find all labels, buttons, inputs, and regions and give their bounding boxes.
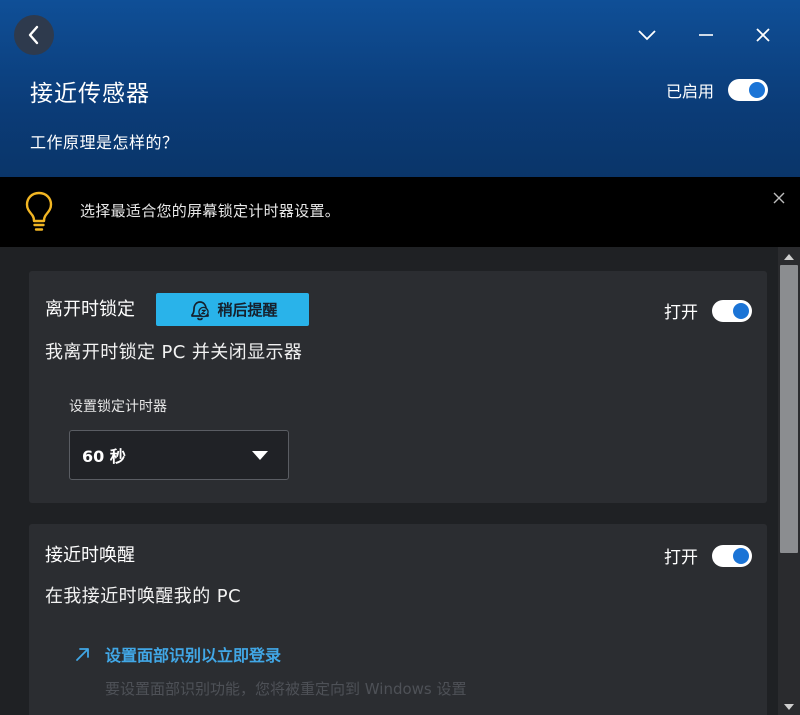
toggle-knob <box>733 302 749 319</box>
wake-card-title: 接近时唤醒 <box>45 545 135 566</box>
wake-on-approach-card: 接近时唤醒 打开 在我接近时唤醒我的 PC 设置面部识别以立即登录 要设置面部识… <box>29 524 767 715</box>
caret-down-icon <box>784 704 794 710</box>
scrollbar[interactable] <box>778 247 800 715</box>
remind-later-button[interactable]: 稍后提醒 <box>156 293 309 326</box>
back-button[interactable] <box>14 15 54 55</box>
lock-card-title: 离开时锁定 <box>45 299 135 320</box>
close-icon <box>773 192 785 204</box>
lock-when-away-card: 离开时锁定 稍后提醒 打开 我离开时锁定 PC 并关闭显示器 设置锁定计时器 6… <box>29 271 767 503</box>
toggle-knob <box>749 82 766 98</box>
caret-up-icon <box>784 254 794 260</box>
external-arrow-icon <box>76 648 89 661</box>
wake-card-description: 在我接近时唤醒我的 PC <box>45 586 241 607</box>
chevron-left-icon <box>28 25 39 45</box>
lock-timer-value: 60 秒 <box>82 447 126 466</box>
scrollbar-thumb[interactable] <box>780 265 798 553</box>
toggle-knob <box>733 547 749 564</box>
page-title: 接近传感器 <box>30 81 150 107</box>
face-recognition-description: 要设置面部识别功能，您将被重定向到 Windows 设置 <box>105 680 467 698</box>
lightbulb-icon <box>25 191 53 231</box>
lock-toggle-label: 打开 <box>664 303 698 323</box>
scroll-down-button[interactable] <box>778 699 800 715</box>
close-window-button[interactable] <box>745 18 781 52</box>
chevron-down-icon <box>638 30 656 41</box>
tip-text: 选择最适合您的屏幕锁定计时器设置。 <box>80 202 341 220</box>
lock-card-description: 我离开时锁定 PC 并关闭显示器 <box>45 342 303 363</box>
scroll-up-button[interactable] <box>778 249 800 265</box>
remind-later-label: 稍后提醒 <box>217 301 278 319</box>
face-recognition-link[interactable]: 设置面部识别以立即登录 <box>73 642 281 666</box>
feature-enabled-control: 已启用 <box>666 78 769 102</box>
lock-timer-label: 设置锁定计时器 <box>69 399 167 415</box>
settings-content: 离开时锁定 稍后提醒 打开 我离开时锁定 PC 并关闭显示器 设置锁定计时器 6… <box>0 247 778 715</box>
wake-toggle-label: 打开 <box>664 548 698 568</box>
minimize-icon <box>699 34 713 36</box>
feature-enabled-toggle[interactable] <box>728 79 769 101</box>
collapse-button[interactable] <box>629 18 665 52</box>
wake-toggle-control: 打开 <box>664 543 752 568</box>
caret-down-icon <box>252 451 268 460</box>
lock-toggle-control: 打开 <box>664 298 752 323</box>
enabled-label: 已启用 <box>666 82 715 101</box>
close-icon <box>756 28 770 42</box>
how-it-works-link[interactable]: 工作原理是怎样的？ <box>30 129 179 153</box>
tip-close-button[interactable] <box>770 189 788 207</box>
minimize-button[interactable] <box>688 18 724 52</box>
lock-timer-select[interactable]: 60 秒 <box>69 430 289 480</box>
wake-on-approach-toggle[interactable] <box>712 544 752 567</box>
face-recognition-link-label: 设置面部识别以立即登录 <box>105 646 282 665</box>
lock-when-away-toggle[interactable] <box>712 299 752 322</box>
snooze-bell-icon <box>191 300 210 320</box>
